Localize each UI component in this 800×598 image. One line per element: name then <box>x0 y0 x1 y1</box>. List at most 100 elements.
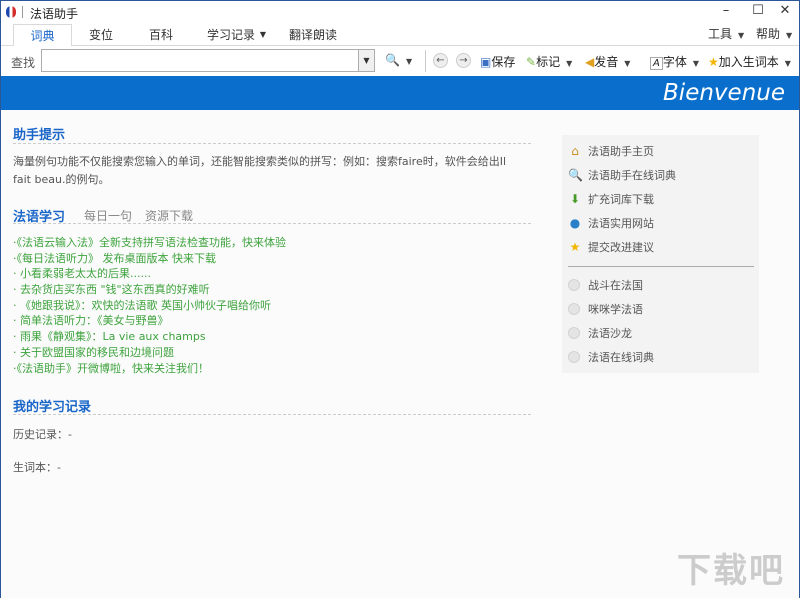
search-icon: 🔍 <box>385 53 400 67</box>
site-link[interactable]: 战斗在法国 <box>568 277 643 295</box>
chevron-down-icon: ▼ <box>738 31 745 40</box>
bullet-icon <box>568 303 580 315</box>
sidebar: ⌂ 法语助手主页 🔍 法语助手在线词典 ⬇ 扩充词库下载 ● 法语实用网站 ★ 提交改进建… <box>562 135 759 373</box>
help-label: 帮助 <box>756 27 781 41</box>
site-label: 法语沙龙 <box>588 327 632 340</box>
news-item[interactable]: ·《法语云输入法》全新支持拼写语法检查功能，快来体验 <box>13 235 286 251</box>
search-label: 查找 <box>11 56 36 70</box>
bullet-icon <box>568 279 580 291</box>
tips-heading: 助手提示 <box>13 128 66 143</box>
news-item[interactable]: · 雨果《静观集》：La vie aux champs <box>13 329 286 345</box>
welcome-banner: Bienvenue <box>1 76 799 110</box>
back-button[interactable]: ← <box>433 53 448 68</box>
chevron-down-icon[interactable]: ▼ <box>257 24 269 46</box>
watermark: 下载吧 <box>677 551 785 591</box>
search-input[interactable]: ▼ <box>41 49 375 72</box>
news-item[interactable]: · 去杂货店买东西 "钱"这东西真的好难听 <box>13 282 286 298</box>
save-icon: ▣ <box>480 55 492 69</box>
link-download-dictionaries[interactable]: ⬇ 扩充词库下载 <box>568 190 654 208</box>
tab-daily-sentence[interactable]: 每日一句 <box>84 207 132 224</box>
chevron-down-icon: ▼ <box>692 59 700 68</box>
site-link[interactable]: 法语在线词典 <box>568 349 654 367</box>
content-area: 助手提示 海量例句功能不仅能搜索您输入的单词，还能智能搜索类似的拼写：例如：搜索… <box>1 110 799 598</box>
toolbar: 查找 ▼ 🔍 ▼ ← → ▣保存 ✎标记 ▼ ◀发音 ▼ A 字体 ▼ ★加入生词本 ▼ <box>1 46 799 76</box>
news-item[interactable]: · 小看柔弱老太太的后果...... <box>13 266 286 282</box>
title-bar: 法语助手 – ☐ ✕ <box>1 1 799 23</box>
chevron-down-icon: ▼ <box>624 59 631 68</box>
tab-conjugation[interactable]: 变位 <box>79 24 123 46</box>
star-icon: ★ <box>569 240 581 254</box>
site-label: 法语在线词典 <box>588 351 654 364</box>
chevron-down-icon: ▼ <box>784 59 791 68</box>
link-useful-sites[interactable]: ● 法语实用网站 <box>568 214 654 232</box>
tools-label: 工具 <box>708 27 733 41</box>
highlighter-icon: ✎ <box>526 55 537 69</box>
divider <box>13 143 531 144</box>
mark-button[interactable]: ✎标记 ▼ <box>526 53 572 70</box>
site-link[interactable]: 咪咪学法语 <box>568 301 643 319</box>
save-label: 保存 <box>491 55 516 69</box>
close-button[interactable]: ✕ <box>774 3 796 18</box>
minimize-button[interactable]: – <box>715 3 737 18</box>
divider <box>22 6 23 18</box>
font-label: 字体 <box>662 55 687 69</box>
pronounce-button[interactable]: ◀发音 ▼ <box>585 53 630 70</box>
maximize-button[interactable]: ☐ <box>747 3 769 18</box>
news-item[interactable]: · 《她跟我说》：欢快的法语歌 英国小帅伙子唱给你听 <box>13 298 286 314</box>
site-label: 战斗在法国 <box>588 279 643 292</box>
search-button[interactable]: 🔍 ▼ <box>385 53 412 67</box>
banner-text: Bienvenue <box>663 80 785 106</box>
tab-dictionary[interactable]: 词典 <box>13 24 72 47</box>
add-vocab-button[interactable]: ★加入生词本 ▼ <box>708 53 791 70</box>
records-heading: 我的学习记录 <box>13 400 92 415</box>
speaker-icon: ◀ <box>585 55 595 69</box>
globe-icon: ● <box>569 216 581 230</box>
chevron-down-icon: ▼ <box>786 31 793 40</box>
divider <box>568 266 754 267</box>
news-list: ·《法语云输入法》全新支持拼写语法检查功能，快来体验 ·《每日法语听力》 发布桌… <box>13 235 286 376</box>
search-icon: 🔍 <box>568 168 583 182</box>
tab-translate-read[interactable]: 翻译朗读 <box>285 24 341 46</box>
divider <box>13 414 531 415</box>
link-label: 法语助手在线词典 <box>588 169 676 182</box>
font-button[interactable]: A 字体 ▼ <box>650 53 699 70</box>
bullet-icon <box>568 351 580 363</box>
link-label: 提交改进建议 <box>588 241 654 254</box>
add-vocab-label: 加入生词本 <box>718 55 779 69</box>
site-link[interactable]: 法语沙龙 <box>568 325 632 343</box>
help-menu[interactable]: 帮助 ▼ <box>756 25 792 42</box>
forward-button[interactable]: → <box>456 53 471 68</box>
search-history-dropdown[interactable]: ▼ <box>358 50 374 71</box>
link-label: 法语实用网站 <box>588 217 654 230</box>
history-record: 历史记录：- <box>13 428 72 441</box>
news-item[interactable]: ·《每日法语听力》 发布桌面版本 快来下载 <box>13 251 286 267</box>
save-button[interactable]: ▣保存 <box>480 53 515 70</box>
tips-text: 海量例句功能不仅能搜索您输入的单词，还能智能搜索类似的拼写：例如：搜索faire… <box>13 155 507 186</box>
link-homepage[interactable]: ⌂ 法语助手主页 <box>568 142 654 160</box>
link-feedback[interactable]: ★ 提交改进建议 <box>568 238 654 256</box>
vocab-record: 生词本：- <box>13 461 61 474</box>
link-online-dictionary[interactable]: 🔍 法语助手在线词典 <box>568 166 676 184</box>
site-label: 咪咪学法语 <box>588 303 643 316</box>
news-item[interactable]: · 关于欧盟国家的移民和边境问题 <box>13 345 286 361</box>
news-item[interactable]: ·《法语助手》开微博啦，快来关注我们！ <box>13 361 286 377</box>
divider <box>13 223 531 224</box>
link-label: 扩充词库下载 <box>588 193 654 206</box>
tab-bar: 词典 变位 百科 学习记录 ▼ 翻译朗读 工具 ▼ 帮助 ▼ <box>1 23 799 47</box>
mark-label: 标记 <box>536 55 561 69</box>
news-item[interactable]: · 简单法语听力：《美女与野兽》 <box>13 313 286 329</box>
font-icon: A <box>650 57 663 70</box>
home-icon: ⌂ <box>571 144 579 158</box>
chevron-down-icon: ▼ <box>405 57 413 66</box>
chevron-down-icon: ▼ <box>566 59 573 68</box>
tools-menu[interactable]: 工具 ▼ <box>708 25 744 42</box>
divider <box>425 50 426 72</box>
link-label: 法语助手主页 <box>588 145 654 158</box>
pronounce-label: 发音 <box>594 55 619 69</box>
star-icon: ★ <box>708 55 719 69</box>
tab-resource-download[interactable]: 资源下载 <box>145 207 193 224</box>
bullet-icon <box>568 327 580 339</box>
tab-encyclopedia[interactable]: 百科 <box>139 24 183 46</box>
tab-study-records[interactable]: 学习记录 <box>203 24 259 46</box>
window-title: 法语助手 <box>30 7 79 21</box>
